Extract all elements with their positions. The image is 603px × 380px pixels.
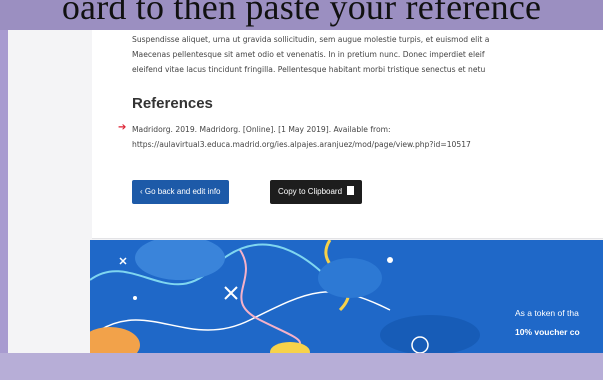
banner-voucher-line: 10% voucher co: [515, 327, 580, 337]
lorem-paragraph: Suspendisse aliquet, urna ut gravida sol…: [132, 32, 603, 77]
reference-card: Suspendisse aliquet, urna ut gravida sol…: [92, 30, 603, 239]
paragraph-line: Maecenas pellentesque sit amet odio et v…: [132, 50, 485, 59]
clipboard-icon: [347, 186, 355, 195]
reference-line: Madridorg. 2019. Madridorg. [Online]. [1…: [132, 125, 391, 134]
arrow-right-icon: ➔: [118, 122, 127, 133]
copy-button-label: Copy to Clipboard: [278, 187, 343, 196]
reference-url[interactable]: https://aulavirtual3.educa.madrid.org/ie…: [132, 137, 471, 152]
paragraph-line: eleifend vitae lacus tincidunt fringilla…: [132, 65, 486, 74]
go-back-button[interactable]: ‹ Go back and edit info: [132, 180, 229, 204]
slide-left-strip: [0, 30, 8, 380]
references-heading: References: [132, 95, 213, 112]
slide-bottom-bar: [0, 353, 603, 380]
paragraph-line: Suspendisse aliquet, urna ut gravida sol…: [132, 35, 490, 44]
promo-banner: As a token of tha 10% voucher co: [90, 240, 603, 353]
browser-page: Suspendisse aliquet, urna ut gravida sol…: [8, 30, 603, 353]
copy-to-clipboard-button[interactable]: Copy to Clipboard: [270, 180, 363, 204]
banner-text-line: As a token of tha: [515, 308, 579, 318]
slide-caption: oard to then paste your reference: [61, 0, 542, 27]
reference-entry: Madridorg. 2019. Madridorg. [Online]. [1…: [132, 122, 471, 152]
